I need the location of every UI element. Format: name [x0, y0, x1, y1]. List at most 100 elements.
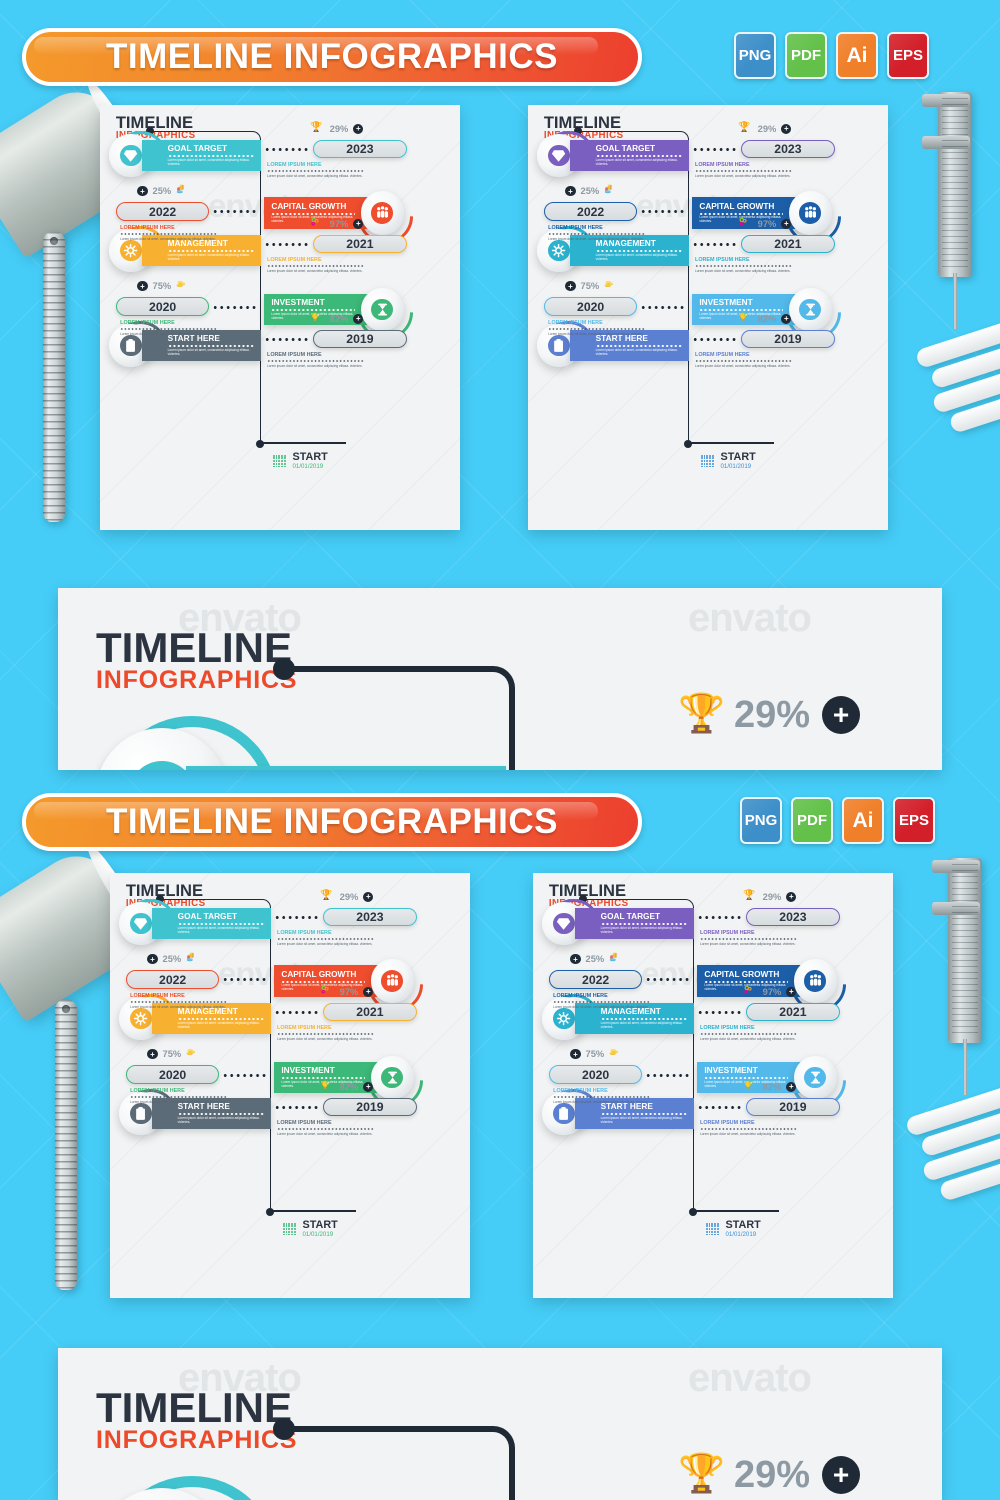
plus-icon[interactable]: + — [353, 313, 364, 324]
plus-icon[interactable]: + — [565, 186, 576, 197]
section-note-title: LOREM IPSUM HERE — [695, 256, 750, 263]
plus-icon[interactable]: + — [363, 1081, 374, 1092]
brand-line-1: TIMELINE — [125, 881, 204, 901]
plus-icon[interactable]: + — [147, 954, 158, 965]
infographic-card-blue-top: envato TIMELINE INFOGRAPHICS GOAL TARGET Lor… — [528, 105, 888, 530]
step-bar[interactable]: GOAL TARGETLorem ipsum dolor sit amet, c… — [141, 139, 261, 172]
section-note: LOREM IPSUM HERE Lorem ipsum dolor sit am… — [548, 225, 646, 241]
plus-icon[interactable]: + — [822, 696, 861, 734]
format-badge-eps[interactable]: EPS — [887, 32, 929, 79]
year-pill[interactable]: 2020 — [125, 1065, 220, 1084]
format-badge-pdf[interactable]: PDF — [791, 797, 833, 844]
metric-group: 97% + — [310, 217, 364, 231]
section-note-title: LOREM IPSUM HERE — [277, 1119, 332, 1126]
step-dotted-rule — [177, 922, 265, 925]
year-pill[interactable]: 2021 — [741, 234, 835, 254]
metric-group: +25% — [570, 952, 623, 966]
year-pill[interactable]: 2022 — [543, 202, 638, 221]
year-pill[interactable]: 2023 — [323, 907, 417, 927]
plus-icon[interactable]: + — [570, 954, 581, 965]
plus-icon[interactable]: + — [781, 313, 792, 324]
format-badge-pdf[interactable]: PDF — [785, 32, 827, 79]
pixel-logo-icon — [282, 1222, 296, 1236]
plus-icon[interactable]: + — [781, 218, 792, 229]
format-badge-eps[interactable]: EPS — [893, 797, 935, 844]
plus-icon[interactable]: + — [570, 1049, 581, 1060]
metric-percent: 25% — [152, 186, 172, 197]
hourglass-icon — [371, 298, 394, 321]
year-pill[interactable]: 2023 — [746, 907, 840, 927]
plus-icon[interactable]: + — [363, 891, 374, 902]
metric-percent: 97% — [757, 218, 777, 229]
step-bar[interactable]: GOAL TARGETLorem ipsum dolor sit amet, c… — [186, 766, 506, 770]
plus-icon[interactable]: + — [781, 123, 792, 134]
step-dotted-rule — [595, 249, 683, 252]
clipboard-icon — [548, 334, 570, 357]
plus-icon[interactable]: + — [353, 218, 364, 229]
step-bar[interactable]: GOAL TARGETLorem ipsum dolor sit amet, c… — [574, 907, 694, 940]
plus-icon[interactable]: + — [565, 281, 576, 292]
plus-icon[interactable]: + — [786, 1081, 797, 1092]
format-badge-ai[interactable]: Ai — [836, 32, 878, 79]
plus-icon[interactable]: + — [786, 891, 797, 902]
coins-icon — [604, 279, 618, 293]
year-pill[interactable]: 2021 — [313, 234, 407, 254]
format-badge-png[interactable]: PNG — [734, 32, 776, 79]
plus-icon[interactable]: + — [786, 986, 797, 997]
year-pill[interactable]: 2023 — [741, 139, 835, 159]
connector-dots — [640, 210, 687, 214]
format-badge-label: EPS — [892, 47, 923, 64]
brand-line-1: TIMELINE — [96, 624, 292, 671]
footer-start-date: 01/01/2019 — [292, 462, 324, 470]
plus-icon[interactable]: + — [363, 986, 374, 997]
connector-dots — [222, 978, 269, 982]
section-note-title: LOREM IPSUM HERE — [548, 319, 603, 326]
year-pill[interactable]: 2021 — [323, 1002, 417, 1022]
year-pill[interactable]: 2021 — [746, 1002, 840, 1022]
year-pill[interactable]: 2019 — [313, 329, 407, 349]
plus-icon[interactable]: + — [822, 1456, 861, 1494]
year-pill[interactable]: 2019 — [323, 1097, 417, 1117]
section-note-title: LOREM IPSUM HERE — [553, 992, 608, 999]
step-title: GOAL TARGET — [595, 144, 656, 154]
step-bar[interactable]: GOAL TARGETLorem ipsum dolor sit amet, c… — [569, 139, 689, 172]
year-pill[interactable]: 2020 — [548, 1065, 643, 1084]
section-note-rule — [277, 1032, 375, 1035]
year-pill[interactable]: 2022 — [115, 202, 210, 221]
section-note-title: LOREM IPSUM HERE — [120, 319, 175, 326]
metric-group: 97% + — [738, 217, 792, 231]
metric-percent: 29% — [762, 891, 782, 902]
year-pill[interactable]: 2019 — [741, 329, 835, 349]
plus-icon[interactable]: + — [137, 281, 148, 292]
format-badge-png[interactable]: PNG — [740, 797, 782, 844]
footer-start-date: 01/01/2019 — [725, 1230, 757, 1238]
step-description: Lorem ipsum dolor sit amet, consectetur … — [167, 347, 250, 356]
section-note-text: Lorem ipsum dolor sit amet, consectetur … — [130, 1099, 226, 1104]
step-bar[interactable]: GOAL TARGETLorem ipsum dolor sit amet, c… — [151, 907, 271, 940]
year-pill[interactable]: 2020 — [543, 297, 638, 316]
format-badge-ai[interactable]: Ai — [842, 797, 884, 844]
title-pill: TIMELINE INFOGRAPHICS — [22, 28, 642, 86]
year-pill[interactable]: 2022 — [548, 970, 643, 989]
section-note-rule — [695, 169, 793, 172]
plus-icon[interactable]: + — [353, 123, 364, 134]
step-description: Lorem ipsum dolor sit amet, consectetur … — [177, 925, 260, 934]
step-dotted-rule — [167, 154, 255, 157]
plus-icon[interactable]: + — [137, 186, 148, 197]
metric-group: 97% + — [743, 985, 797, 999]
section-note-rule — [553, 1000, 651, 1003]
step-title: CAPITAL GROWTH — [699, 201, 775, 211]
section-note-text: Lorem ipsum dolor sit amet, consectetur … — [267, 363, 363, 368]
year-pill[interactable]: 2020 — [115, 297, 210, 316]
chart-people-icon — [804, 970, 827, 992]
year-pill[interactable]: 2019 — [746, 1097, 840, 1117]
year-pill[interactable]: 2023 — [313, 139, 407, 159]
trophy-icon: 🏆 — [743, 889, 756, 901]
metric-percent: 29% — [329, 123, 349, 134]
year-pill[interactable]: 2022 — [125, 970, 220, 989]
metric-percent: 75% — [580, 281, 600, 292]
timeline-spine — [284, 666, 515, 770]
section-note-text: Lorem ipsum dolor sit amet, consectetur … — [700, 941, 796, 946]
plus-icon[interactable]: + — [147, 1049, 158, 1060]
section-note: LOREM IPSUM HERE Lorem ipsum dolor sit am… — [553, 992, 651, 1009]
